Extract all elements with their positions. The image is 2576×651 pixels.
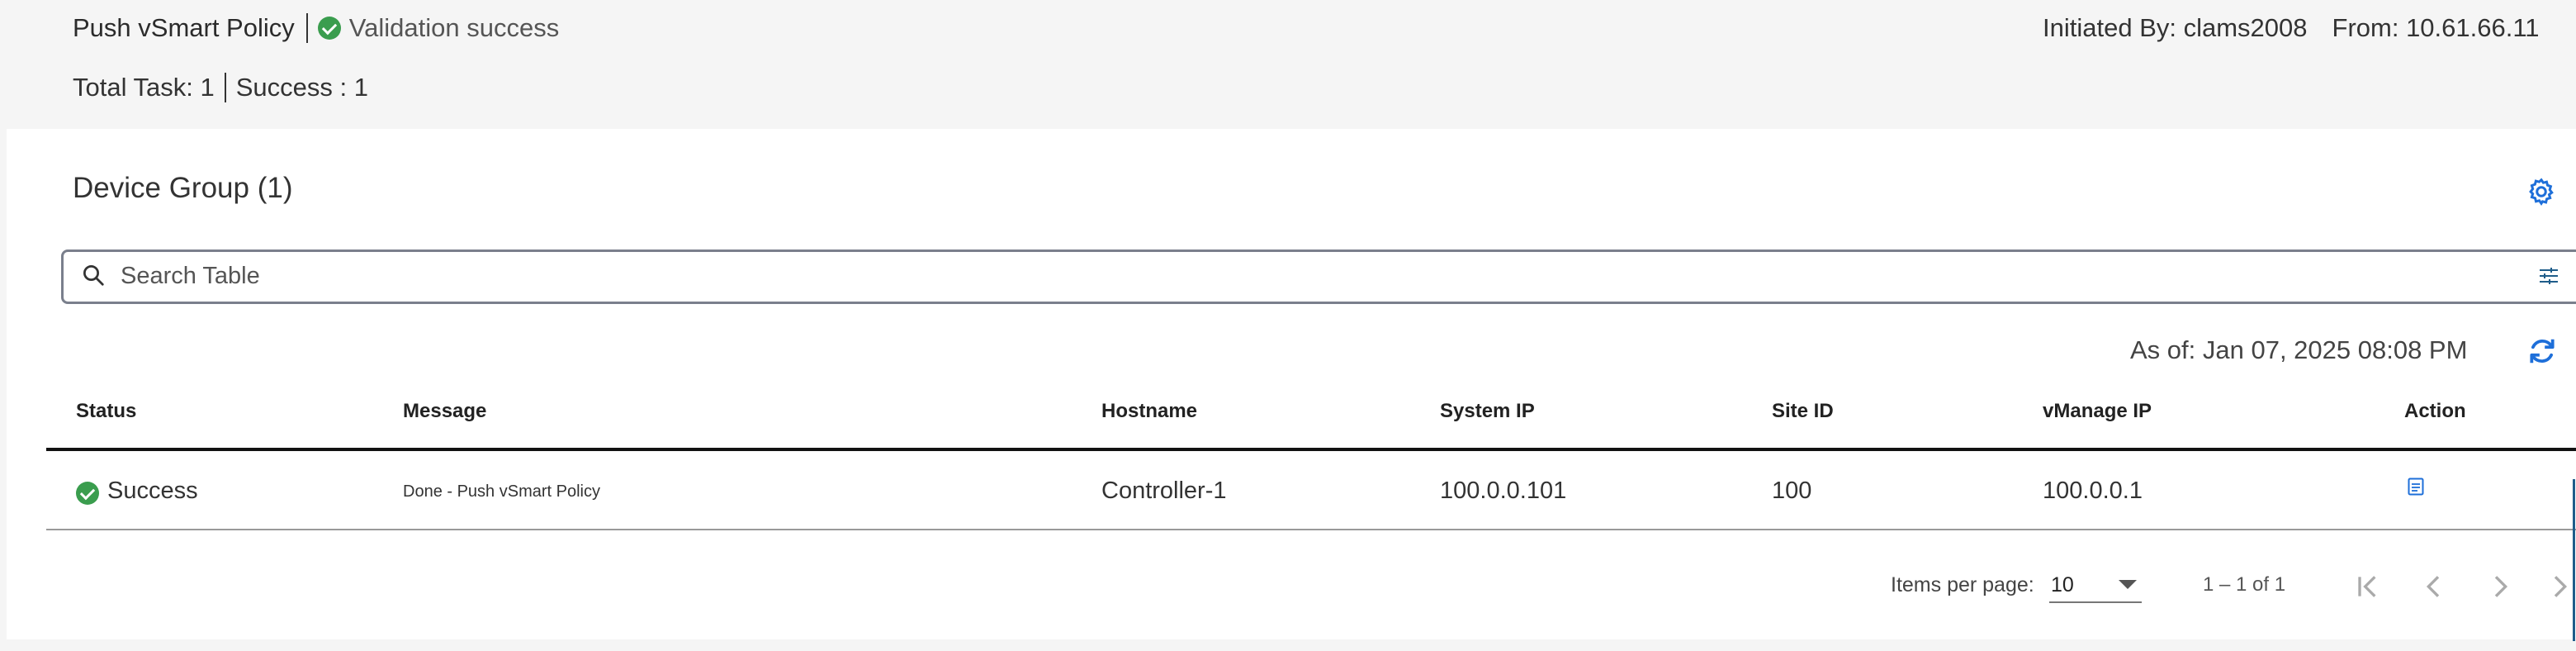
row-vmanage-ip: 100.0.0.1 [2043, 478, 2143, 504]
column-header-vmanage-ip[interactable]: vManage IP [2043, 400, 2152, 423]
validation-status: Validation success [348, 13, 560, 42]
first-page-icon[interactable] [2351, 570, 2384, 603]
task-title: Push vSmart Policy [73, 13, 295, 42]
row-system-ip: 100.0.0.101 [1440, 478, 1567, 504]
column-header-site-id[interactable]: Site ID [1772, 400, 1834, 423]
check-circle-icon [76, 482, 99, 505]
initiated-by: Initiated By: clams2008 [2043, 13, 2308, 42]
row-hostname: Controller-1 [1101, 478, 1227, 504]
gear-icon[interactable] [2526, 177, 2556, 207]
as-of-timestamp: As of: Jan 07, 2025 08:08 PM [2130, 335, 2468, 364]
task-meta: Initiated By: clams2008 From: 10.61.66.11 [2043, 13, 2540, 43]
items-per-page-value: 10 [2051, 573, 2074, 596]
filter-settings-icon[interactable] [2538, 266, 2559, 286]
total-task: Total Task: 1 [73, 73, 215, 102]
device-group-card [7, 129, 2576, 639]
scrollbar-edge[interactable] [2573, 479, 2575, 641]
column-header-action: Action [2404, 400, 2466, 422]
search-icon [83, 265, 104, 286]
next-page-icon[interactable] [2484, 570, 2517, 603]
success-count: Success : 1 [235, 73, 368, 102]
page-range: 1 – 1 of 1 [2203, 573, 2286, 596]
divider [305, 13, 308, 43]
search-input[interactable] [121, 256, 2432, 296]
column-header-status[interactable]: Status [76, 400, 136, 423]
row-message: Done - Push vSmart Policy [403, 482, 600, 501]
row-site-id: 100 [1772, 478, 1812, 504]
from-ip: From: 10.61.66.11 [2332, 13, 2540, 42]
items-per-page-label: Items per page: [1891, 573, 2034, 596]
column-header-system-ip[interactable]: System IP [1440, 400, 1535, 423]
document-icon[interactable] [2408, 478, 2424, 496]
column-header-message[interactable]: Message [403, 400, 486, 423]
row-status: Success [107, 478, 198, 504]
check-circle-icon [317, 17, 341, 40]
device-group-title: Device Group (1) [73, 172, 293, 204]
last-page-icon[interactable] [2543, 570, 2576, 603]
refresh-icon[interactable] [2526, 335, 2558, 367]
table-header-divider [46, 448, 2576, 451]
divider [224, 73, 226, 102]
column-header-hostname[interactable]: Hostname [1101, 400, 1197, 423]
task-header: Push vSmart Policy Validation success [73, 13, 559, 43]
table-row-divider [46, 529, 2576, 530]
task-summary: Total Task: 1 Success : 1 [73, 73, 368, 102]
chevron-down-icon [2119, 580, 2137, 589]
previous-page-icon[interactable] [2417, 570, 2451, 603]
